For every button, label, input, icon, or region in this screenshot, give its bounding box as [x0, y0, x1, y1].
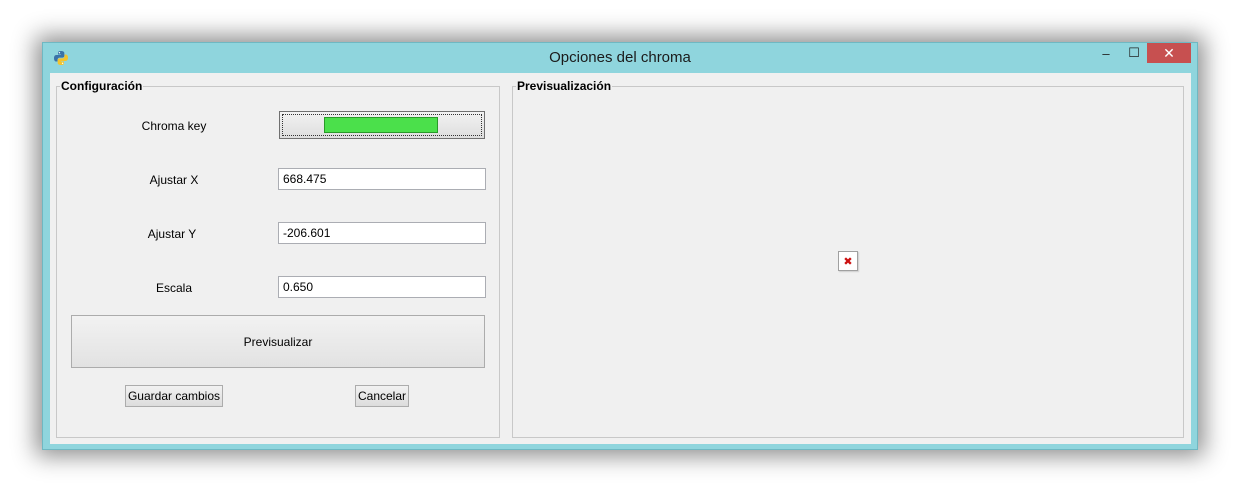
maximize-button[interactable]: ☐ — [1121, 43, 1147, 63]
adjust-x-label: Ajustar X — [149, 173, 199, 187]
chroma-key-label: Chroma key — [141, 119, 207, 133]
preview-button[interactable]: Previsualizar — [71, 315, 485, 368]
chroma-color-button[interactable] — [279, 111, 485, 139]
chroma-options-window: Opciones del chroma ‒ ☐ ✕ Configuración … — [42, 42, 1198, 450]
close-button[interactable]: ✕ — [1147, 43, 1191, 63]
preview-group: Previsualización ✖ — [512, 79, 1184, 438]
chroma-color-swatch — [324, 117, 438, 133]
configuration-group: Configuración Chroma key Ajustar X 668.4… — [56, 79, 500, 438]
broken-image-icon: ✖ — [838, 251, 858, 271]
minimize-button[interactable]: ‒ — [1093, 43, 1119, 63]
adjust-y-input[interactable]: -206.601 — [278, 222, 486, 244]
save-changes-button[interactable]: Guardar cambios — [125, 385, 223, 407]
window-title: Opciones del chroma — [549, 49, 691, 66]
adjust-x-input[interactable]: 668.475 — [278, 168, 486, 190]
preview-legend: Previsualización — [516, 79, 613, 93]
cancel-button[interactable]: Cancelar — [355, 385, 409, 407]
adjust-y-label: Ajustar Y — [147, 227, 197, 241]
configuration-legend: Configuración — [60, 79, 144, 93]
scale-input[interactable]: 0.650 — [278, 276, 486, 298]
window-client-area: Configuración Chroma key Ajustar X 668.4… — [50, 73, 1191, 444]
title-bar[interactable]: Opciones del chroma ‒ ☐ ✕ — [43, 43, 1197, 73]
scale-label: Escala — [155, 281, 193, 295]
